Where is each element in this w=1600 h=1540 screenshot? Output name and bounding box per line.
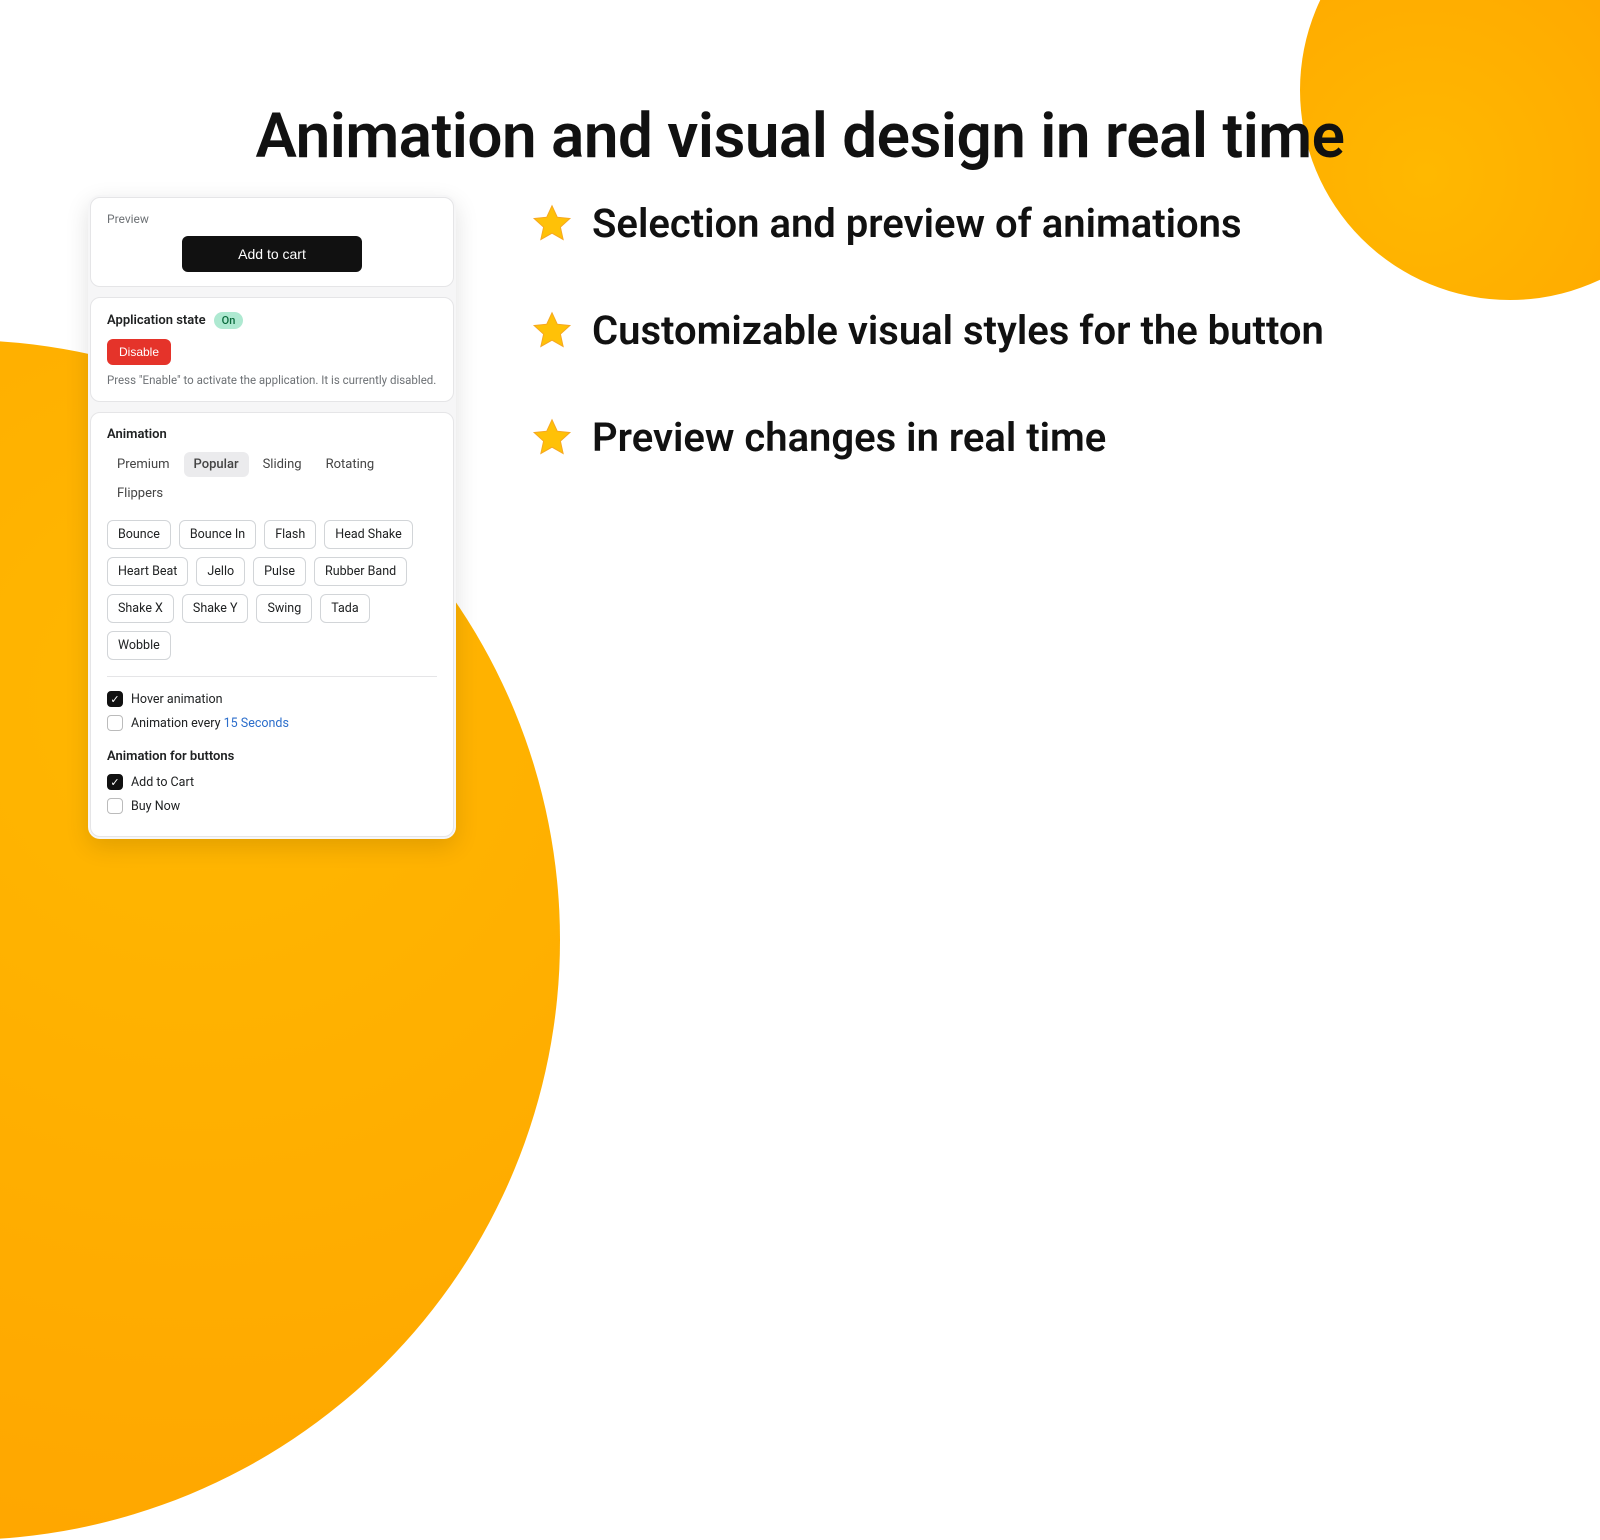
tab-sliding[interactable]: Sliding (253, 452, 312, 477)
bullet-text: Selection and preview of animations (592, 200, 1242, 247)
tab-popular[interactable]: Popular (184, 452, 249, 477)
button-option-checkbox[interactable] (107, 798, 123, 814)
chip-heart-beat[interactable]: Heart Beat (107, 557, 188, 586)
chip-head-shake[interactable]: Head Shake (324, 520, 412, 549)
disable-button[interactable]: Disable (107, 339, 171, 365)
app-state-description: Press "Enable" to activate the applicati… (107, 373, 437, 387)
animation-title: Animation (107, 427, 437, 442)
animation-every-row[interactable]: Animation every 15 Seconds (107, 715, 437, 731)
button-option-checkbox[interactable] (107, 774, 123, 790)
tab-rotating[interactable]: Rotating (316, 452, 385, 477)
hover-animation-row[interactable]: Hover animation (107, 691, 437, 707)
tab-premium[interactable]: Premium (107, 452, 180, 477)
animation-every-checkbox[interactable] (107, 715, 123, 731)
button-option-label: Add to Cart (131, 775, 194, 790)
animation-tabs: PremiumPopularSlidingRotating Flippers (107, 452, 437, 506)
app-state-card: Application state On Disable Press "Enab… (90, 297, 454, 402)
star-icon (530, 416, 574, 460)
tab-flippers[interactable]: Flippers (107, 481, 173, 506)
chip-shake-y[interactable]: Shake Y (182, 594, 249, 623)
bullet-item: Selection and preview of animations (530, 200, 1324, 247)
divider (107, 676, 437, 677)
star-icon (530, 202, 574, 246)
chip-bounce-in[interactable]: Bounce In (179, 520, 256, 549)
chip-flash[interactable]: Flash (264, 520, 316, 549)
app-state-title: Application state (107, 313, 206, 328)
animation-chips: Bounce Bounce In Flash Head Shake Heart Beat… (107, 520, 437, 660)
bullet-item: Preview changes in real time (530, 414, 1324, 461)
interval-link[interactable]: 15 Seconds (224, 716, 289, 731)
hover-animation-checkbox[interactable] (107, 691, 123, 707)
settings-panel: Preview Add to cart Application state On… (88, 195, 456, 839)
chip-pulse[interactable]: Pulse (253, 557, 306, 586)
hover-animation-label: Hover animation (131, 692, 223, 707)
chip-rubber-band[interactable]: Rubber Band (314, 557, 407, 586)
feature-bullets: Selection and preview of animations Cust… (530, 200, 1324, 521)
add-to-cart-button[interactable]: Add to cart (182, 236, 362, 272)
chip-tada[interactable]: Tada (320, 594, 369, 623)
chip-shake-x[interactable]: Shake X (107, 594, 174, 623)
chip-wobble[interactable]: Wobble (107, 631, 171, 660)
chip-jello[interactable]: Jello (196, 557, 245, 586)
button-option-row[interactable]: Add to Cart (107, 774, 437, 790)
chip-bounce[interactable]: Bounce (107, 520, 171, 549)
animation-card: Animation PremiumPopularSlidingRotating F… (90, 412, 454, 837)
bullet-text: Preview changes in real time (592, 414, 1106, 461)
anim-for-buttons-title: Animation for buttons (107, 749, 437, 764)
bullet-item: Customizable visual styles for the butto… (530, 307, 1324, 354)
animation-every-label: Animation every 15 Seconds (131, 716, 289, 731)
status-badge: On (214, 312, 244, 329)
page-headline: Animation and visual design in real time (0, 100, 1600, 173)
bullet-text: Customizable visual styles for the butto… (592, 307, 1324, 354)
button-option-label: Buy Now (131, 799, 180, 814)
button-option-row[interactable]: Buy Now (107, 798, 437, 814)
preview-card: Preview Add to cart (90, 197, 454, 287)
preview-label: Preview (107, 212, 437, 226)
star-icon (530, 309, 574, 353)
chip-swing[interactable]: Swing (256, 594, 312, 623)
